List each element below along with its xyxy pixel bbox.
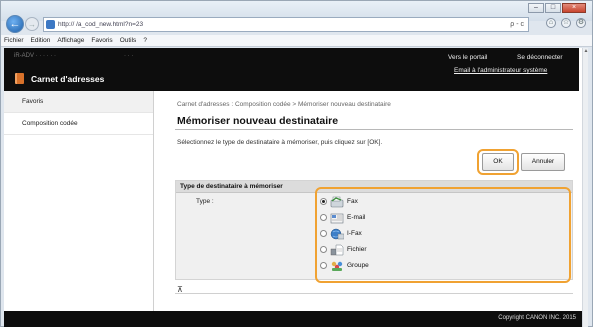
option-ifax[interactable]: I-Fax (320, 226, 362, 241)
sidebar-item-composition-codee[interactable]: Composition codée (4, 113, 153, 135)
user-info: · · · (124, 53, 134, 59)
home-icon[interactable]: ⌂ (546, 18, 556, 28)
option-label: I-Fax (347, 230, 362, 237)
sidebar-item-label: Composition codée (22, 120, 78, 127)
email-admin-link[interactable]: Email à l'administrateur système (454, 67, 547, 74)
menu-edition[interactable]: Edition (31, 35, 51, 46)
email-icon (330, 213, 344, 223)
breadcrumb: Carnet d'adresses : Composition codée > … (177, 101, 391, 108)
navigation-row: ← → http:// /a_cod_new.html?n=23 ρ - c ⌂… (1, 13, 592, 35)
radio-fichier[interactable] (320, 246, 327, 253)
browser-window: – □ × ← → http:// /a_cod_new.html?n=23 ρ… (0, 0, 593, 327)
option-label: Fax (347, 198, 358, 205)
main-content: Carnet d'adresses : Composition codée > … (172, 91, 577, 311)
page-title: Mémoriser nouveau destinataire (177, 115, 339, 127)
radio-email[interactable] (320, 214, 327, 221)
radio-fax[interactable] (320, 198, 327, 205)
menu-affichage[interactable]: Affichage (57, 35, 84, 46)
address-book-icon (15, 73, 24, 84)
option-label: Fichier (347, 246, 367, 253)
file-server-icon (330, 244, 344, 255)
web-page: iR-ADV · · · · · · · · · Vers le portail… (4, 48, 588, 327)
cancel-button[interactable]: Annuler (521, 153, 565, 171)
option-fax[interactable]: Fax (320, 194, 358, 209)
vertical-scrollbar[interactable]: ▲ (582, 48, 588, 327)
option-groupe[interactable]: Groupe (320, 258, 369, 273)
page-footer: Copyright CANON INC. 2015 (4, 311, 582, 327)
app-title: Carnet d'adresses (31, 74, 105, 84)
window-controls: – □ × (528, 3, 586, 13)
star-icon[interactable]: ☆ (561, 18, 571, 28)
arrow-left-icon: ← (9, 18, 21, 30)
address-text: http:// /a_cod_new.html?n=23 (58, 21, 144, 28)
option-fichier[interactable]: Fichier (320, 242, 367, 257)
page-icon (46, 20, 55, 29)
menu-outils[interactable]: Outils (120, 35, 137, 46)
option-email[interactable]: E-mail (320, 210, 365, 225)
sidebar-item-favoris[interactable]: Favoris (4, 91, 153, 113)
radio-groupe[interactable] (320, 262, 327, 269)
arrow-right-icon: → (28, 19, 36, 29)
minimize-button[interactable]: – (528, 3, 544, 13)
ifax-icon (330, 228, 344, 239)
menu-help[interactable]: ? (143, 35, 147, 46)
sidebar: Favoris Composition codée (4, 91, 154, 311)
maximize-button[interactable]: □ (545, 3, 561, 13)
address-bar[interactable]: http:// /a_cod_new.html?n=23 ρ - c (43, 17, 529, 32)
option-label: E-mail (347, 214, 366, 221)
menu-favoris[interactable]: Favoris (91, 35, 112, 46)
close-button[interactable]: × (562, 3, 586, 13)
menu-fichier[interactable]: Fichier (4, 35, 24, 46)
group-icon (331, 261, 343, 271)
portal-link[interactable]: Vers le portail (448, 54, 487, 61)
fax-icon (330, 196, 344, 207)
menu-bar: Fichier Edition Affichage Favoris Outils… (1, 35, 592, 47)
title-divider (175, 129, 573, 130)
instruction-text: Sélectionnez le type de destinataire à m… (177, 139, 383, 146)
gear-icon[interactable]: ⚙ (576, 18, 586, 28)
scroll-up-arrow-icon[interactable]: ▲ (583, 48, 589, 55)
option-label: Groupe (347, 262, 369, 269)
radio-ifax[interactable] (320, 230, 327, 237)
browser-toolbar-icons: ⌂ ☆ ⚙ (546, 18, 586, 28)
copyright-text: Copyright CANON INC. 2015 (498, 315, 576, 321)
sidebar-item-label: Favoris (22, 98, 44, 105)
type-label: Type : (196, 198, 214, 205)
back-button[interactable]: ← (6, 15, 24, 33)
ok-button[interactable]: OK (482, 153, 514, 171)
recipient-type-section: Type de destinataire à mémoriser Type : … (175, 180, 573, 283)
content-divider (175, 293, 573, 294)
device-info: iR-ADV · · · · · · (14, 53, 56, 59)
search-refresh-controls[interactable]: ρ - c (510, 18, 524, 31)
app-header: iR-ADV · · · · · · · · · Vers le portail… (4, 48, 579, 91)
logout-link[interactable]: Se déconnecter (517, 54, 563, 61)
forward-button[interactable]: → (25, 17, 39, 31)
